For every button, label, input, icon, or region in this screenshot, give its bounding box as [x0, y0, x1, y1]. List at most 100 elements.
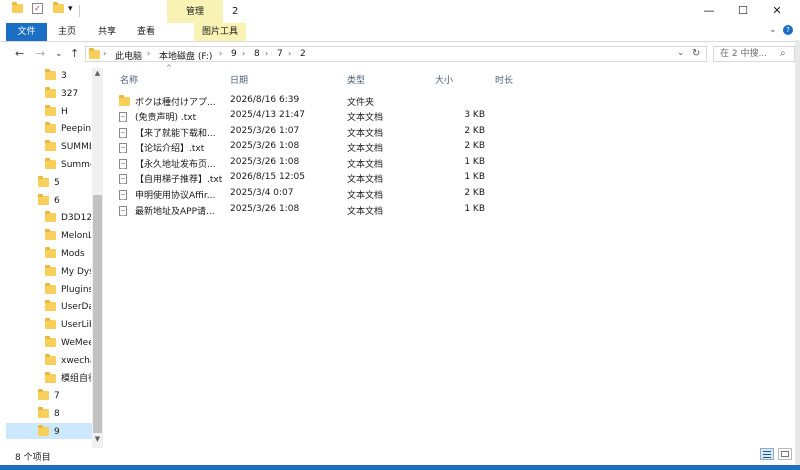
tree-item[interactable]: 327	[45, 86, 91, 103]
breadcrumb-this-pc[interactable]: 此电脑	[115, 49, 142, 62]
nav-scrollbar-thumb[interactable]	[93, 195, 102, 433]
file-size: 1 KB	[464, 157, 485, 167]
tree-item[interactable]: H	[45, 104, 91, 121]
file-name: 【来了就能下载和...	[135, 129, 216, 139]
chevron-right-icon[interactable]: ›	[147, 49, 150, 58]
breadcrumb-8[interactable]: 8	[254, 49, 260, 59]
qat-dropdown-icon[interactable]: ▾	[68, 4, 73, 18]
search-icon[interactable]: ⌕	[780, 47, 786, 61]
file-name: 最新地址及APP请...	[135, 207, 215, 217]
address-bar[interactable]: › 此电脑 › 本地磁盘 (F:) › 9 › 8 › 7 › 2 ⌄ ↻	[85, 46, 707, 62]
background-window-edge	[795, 40, 800, 465]
column-header-type[interactable]: 类型	[347, 73, 365, 86]
chevron-right-icon[interactable]: ›	[219, 49, 222, 58]
tree-item[interactable]: Plugins	[45, 282, 91, 299]
tree-item[interactable]: Peeping	[45, 121, 91, 138]
file-size: 1 KB	[464, 204, 485, 214]
list-item[interactable]: (免责声明) .txt 2025/4/13 21:47 文本文档 3 KB	[117, 109, 492, 124]
column-header-size[interactable]: 大小	[435, 73, 453, 86]
chevron-right-icon[interactable]: ›	[265, 49, 268, 58]
folder-icon	[45, 371, 56, 383]
tab-view[interactable]: 查看	[131, 23, 161, 41]
search-box[interactable]: 在 2 中搜... ⌕	[713, 46, 795, 62]
tree-item-label: Summer	[61, 160, 91, 170]
properties-icon[interactable]: ✓	[32, 3, 43, 14]
tree-item[interactable]: 7	[38, 388, 91, 405]
folder-icon	[45, 318, 56, 330]
maximize-button[interactable]: ☐	[726, 0, 760, 23]
file-name: ボクは種付けアプ...	[135, 98, 216, 108]
list-item[interactable]: 【自用梯子推荐】.txt 2026/8/15 12:05 文本文档 1 KB	[117, 171, 492, 186]
tree-item[interactable]: UserLibs	[45, 317, 91, 334]
scroll-up-arrow[interactable]: ▲	[92, 69, 103, 77]
new-folder-icon[interactable]	[53, 2, 64, 18]
sort-indicator: ^	[166, 64, 172, 72]
tree-item[interactable]: xwechat	[45, 353, 91, 370]
column-header-name[interactable]: 名称	[120, 73, 138, 86]
folder-icon	[45, 122, 56, 134]
large-icons-view-button[interactable]	[778, 448, 792, 460]
tree-item[interactable]: 3	[45, 68, 91, 85]
column-header-date[interactable]: 日期	[230, 73, 248, 86]
file-date: 2025/3/26 1:08	[230, 157, 300, 167]
scroll-down-arrow[interactable]: ▼	[92, 435, 103, 443]
tab-manage[interactable]: 管理	[167, 0, 223, 23]
chevron-right-icon[interactable]: ›	[288, 49, 291, 58]
ribbon-expand-icon[interactable]: ⌄	[769, 25, 777, 35]
tree-item-label: WeMeet	[61, 338, 91, 348]
tree-item[interactable]: WeMeet	[45, 335, 91, 352]
tree-item[interactable]: Summer	[45, 157, 91, 174]
close-button[interactable]: ✕	[760, 0, 794, 23]
tree-item-label: 6	[54, 195, 60, 206]
help-icon[interactable]: ?	[783, 25, 793, 35]
back-button[interactable]: ←	[15, 47, 24, 60]
tree-item[interactable]: 9	[38, 424, 91, 441]
tree-item[interactable]: MelonLo	[45, 228, 91, 245]
file-name: 【永久地址发布页...	[135, 160, 216, 170]
list-item[interactable]: 申明使用协议Affir... 2025/3/4 0:07 文本文档 2 KB	[117, 187, 492, 202]
forward-button[interactable]: →	[36, 47, 45, 60]
up-button[interactable]: ↑	[70, 47, 79, 60]
folder-icon	[38, 407, 49, 419]
recent-locations-button[interactable]: ⌄	[55, 49, 63, 59]
folder-icon	[45, 69, 56, 80]
file-size: 2 KB	[464, 126, 485, 136]
breadcrumb-9[interactable]: 9	[231, 49, 237, 59]
tab-file[interactable]: 文件	[6, 23, 47, 41]
breadcrumb-2[interactable]: 2	[300, 49, 306, 59]
tree-item[interactable]: 5	[38, 175, 91, 192]
chevron-right-icon[interactable]: ›	[103, 49, 106, 58]
address-dropdown-icon[interactable]: ⌄	[677, 48, 685, 58]
tab-picture-tools[interactable]: 图片工具	[194, 23, 246, 41]
list-item[interactable]: 【永久地址发布页... 2025/3/26 1:08 文本文档 1 KB	[117, 156, 492, 171]
file-size: 2 KB	[464, 141, 485, 151]
tree-item[interactable]: My Dyst	[45, 264, 91, 281]
folder-icon[interactable]	[12, 2, 23, 18]
tree-item[interactable]: 模组自行	[45, 371, 91, 388]
search-input[interactable]: 在 2 中搜...	[720, 49, 767, 59]
chevron-right-icon[interactable]: ›	[242, 49, 245, 58]
folder-icon	[45, 264, 56, 276]
tab-home[interactable]: 主页	[52, 23, 82, 41]
refresh-icon[interactable]: ↻	[692, 48, 700, 59]
column-header-duration[interactable]: 时长	[495, 73, 513, 86]
minimize-button[interactable]: —	[692, 0, 726, 23]
details-view-button[interactable]	[760, 448, 774, 460]
list-item[interactable]: ボクは種付けアプ... 2026/8/16 6:39 文件夹	[117, 94, 492, 109]
tree-item[interactable]: UserDat	[45, 299, 91, 316]
list-item[interactable]: 【论坛介绍】.txt 2025/3/26 1:08 文本文档 2 KB	[117, 140, 492, 155]
list-item[interactable]: 【来了就能下载和... 2025/3/26 1:07 文本文档 2 KB	[117, 125, 492, 140]
tree-item-label: H	[61, 106, 68, 117]
file-size: 2 KB	[464, 188, 485, 198]
list-item[interactable]: 最新地址及APP请... 2025/3/26 1:08 文本文档 1 KB	[117, 203, 492, 218]
file-type: 文本文档	[347, 129, 384, 139]
tree-item[interactable]: Mods	[45, 246, 91, 263]
tab-share[interactable]: 共享	[92, 23, 122, 41]
tree-item[interactable]: 6	[38, 193, 91, 210]
breadcrumb-drive[interactable]: 本地磁盘 (F:)	[159, 49, 212, 62]
tree-item[interactable]: 8	[38, 406, 91, 423]
file-type: 文本文档	[347, 160, 384, 170]
tree-item[interactable]: D3D12	[45, 210, 91, 227]
tree-item[interactable]: SUMME	[45, 139, 91, 156]
breadcrumb-7[interactable]: 7	[277, 49, 283, 59]
